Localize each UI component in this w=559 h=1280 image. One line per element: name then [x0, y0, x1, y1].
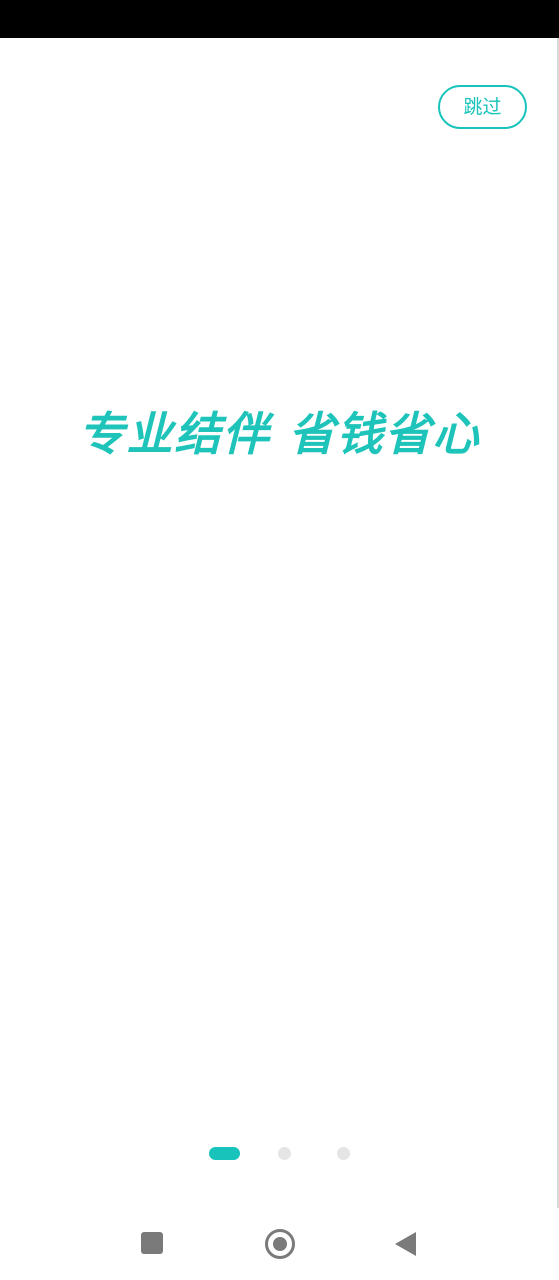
skip-button[interactable]: 跳过: [438, 85, 527, 129]
page-indicator-1[interactable]: [209, 1147, 240, 1160]
square-icon[interactable]: [141, 1232, 163, 1254]
triangle-back-icon[interactable]: [395, 1232, 416, 1256]
onboarding-slogan: 专业结伴 省钱省心: [78, 407, 481, 461]
circle-icon[interactable]: [265, 1229, 295, 1259]
page-indicator-2[interactable]: [278, 1147, 291, 1160]
status-bar: [0, 0, 559, 38]
system-nav-bar: [0, 1208, 559, 1280]
page-indicator-3[interactable]: [337, 1147, 350, 1160]
